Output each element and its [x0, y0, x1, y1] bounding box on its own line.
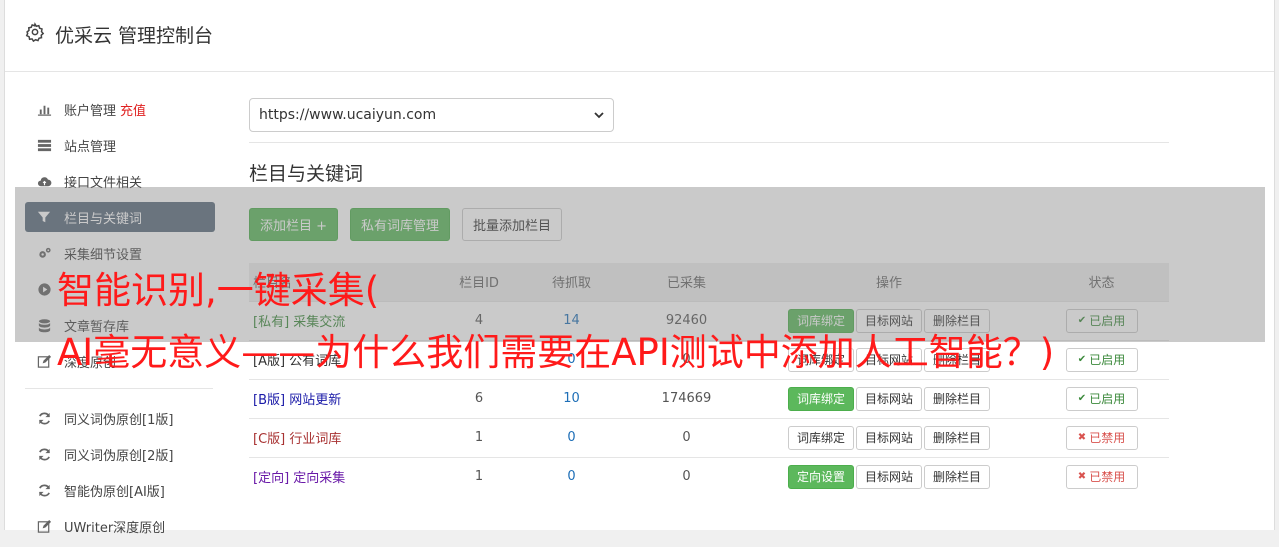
page-title: 优采云 管理控制台 [55, 25, 214, 47]
refresh-icon [36, 482, 52, 498]
status-cell: ✖ 已禁用 [1034, 456, 1169, 496]
server-icon [36, 137, 52, 153]
column-id-cell: 6 [444, 378, 514, 418]
sidebar-item-label: 同义词伪原创[2版] [64, 448, 174, 464]
target-site-button[interactable]: 目标网站 [855, 464, 922, 489]
sidebar-item-label: 账户管理 [64, 103, 117, 119]
table-row: [C版] 行业词库 1 0 0 词库绑定 目标网站 删除栏目 ✖ 已禁用 [249, 417, 1169, 457]
status-label: 已启用 [1089, 392, 1126, 406]
collected-count-cell: 0 [629, 456, 744, 496]
sidebar-item-label: 智能伪原创[AI版] [64, 484, 165, 500]
sidebar-item-b0[interactable]: 同义词伪原创[1版] [25, 403, 215, 433]
sidebar-divider [25, 388, 213, 389]
edit-icon [36, 518, 52, 534]
overlay-band [15, 187, 1265, 342]
column-tag: [C版] [253, 432, 290, 447]
section-title: 栏目与关键词 [249, 163, 364, 185]
recharge-link[interactable]: 充值 [120, 100, 146, 119]
column-name-cell[interactable]: [B版] 网站更新 [249, 378, 444, 418]
status-toggle-button[interactable]: ✖ 已禁用 [1065, 425, 1138, 450]
overlay-title-line1: 智能识别,一键采集( [57, 269, 380, 312]
column-name: 行业词库 [289, 432, 342, 447]
pending-count-cell[interactable]: 10 [514, 378, 629, 418]
chevron-down-icon [594, 112, 604, 119]
refresh-icon [36, 410, 52, 426]
check-icon: ✔ [1077, 354, 1087, 365]
table-row: [B版] 网站更新 6 10 174669 词库绑定 目标网站 删除栏目 ✔ 已启用 [249, 378, 1169, 418]
sidebar-item-0[interactable]: 账户管理 充值 [25, 94, 215, 124]
check-icon: ✔ [1077, 393, 1087, 404]
sidebar-item-label: 站点管理 [64, 139, 117, 155]
column-name-cell[interactable]: [定向] 定向采集 [249, 456, 444, 496]
edit-icon [36, 353, 52, 369]
status-toggle-button[interactable]: ✔ 已启用 [1065, 347, 1138, 372]
collected-count-cell: 174669 [629, 378, 744, 418]
column-id-cell: 1 [444, 456, 514, 496]
overlay-title-line2: AI毫无意义——为什么我们需要在API测试中添加人工智能？) [57, 331, 1055, 374]
actions-cell: 定向设置 目标网站 删除栏目 [744, 456, 1034, 496]
close-icon: ✖ [1077, 471, 1087, 483]
bar-chart-icon [36, 101, 52, 117]
sidebar-item-label: UWriter深度原创 [64, 520, 166, 536]
sidebar-item-b1[interactable]: 同义词伪原创[2版] [25, 439, 215, 469]
status-cell: ✖ 已禁用 [1034, 417, 1169, 457]
sidebar-item-1[interactable]: 站点管理 [25, 130, 215, 160]
column-tag: [定向] [253, 471, 294, 487]
bind-lexicon-button[interactable]: 词库绑定 [787, 425, 854, 450]
status-label: 已禁用 [1089, 470, 1126, 485]
delete-column-button[interactable]: 删除栏目 [924, 386, 991, 411]
target-site-button[interactable]: 目标网站 [855, 425, 922, 450]
status-cell: ✔ 已启用 [1034, 339, 1169, 379]
table-row: [定向] 定向采集 1 0 0 定向设置 目标网站 删除栏目 ✖ 已禁用 [249, 456, 1169, 496]
column-name: 定向采集 [293, 471, 346, 487]
delete-column-button[interactable]: 删除栏目 [924, 464, 991, 489]
site-select[interactable]: https://www.ucaiyun.com [249, 98, 614, 132]
status-toggle-button[interactable]: ✖ 已禁用 [1065, 464, 1138, 489]
bind-lexicon-button[interactable]: 词库绑定 [787, 386, 854, 411]
column-id-cell: 1 [444, 417, 514, 457]
refresh-icon [36, 446, 52, 462]
close-icon: ✖ [1077, 432, 1087, 443]
collected-count-cell: 0 [629, 417, 744, 457]
pending-count-cell[interactable]: 0 [514, 456, 629, 496]
status-cell: ✔ 已启用 [1034, 378, 1169, 418]
pending-count-cell[interactable]: 0 [514, 417, 629, 457]
site-select-value: https://www.ucaiyun.com [259, 107, 437, 123]
target-site-button[interactable]: 目标网站 [855, 386, 922, 411]
sidebar-item-label: 同义词伪原创[1版] [64, 412, 174, 428]
column-name: 网站更新 [289, 393, 342, 408]
sidebar-item-b3[interactable]: UWriter深度原创 [25, 511, 215, 541]
directed-settings-button[interactable]: 定向设置 [787, 464, 854, 489]
actions-cell: 词库绑定 目标网站 删除栏目 [744, 378, 1034, 418]
status-label: 已启用 [1089, 353, 1126, 367]
actions-cell: 词库绑定 目标网站 删除栏目 [744, 417, 1034, 457]
header: 优采云 管理控制台 [5, 0, 1274, 72]
divider [249, 142, 1169, 143]
column-name-cell[interactable]: [C版] 行业词库 [249, 417, 444, 457]
status-label: 已禁用 [1089, 431, 1126, 445]
gear-icon [25, 22, 45, 42]
column-tag: [B版] [253, 393, 290, 408]
status-toggle-button[interactable]: ✔ 已启用 [1065, 386, 1138, 411]
delete-column-button[interactable]: 删除栏目 [924, 425, 991, 450]
sidebar-item-b2[interactable]: 智能伪原创[AI版] [25, 475, 215, 505]
